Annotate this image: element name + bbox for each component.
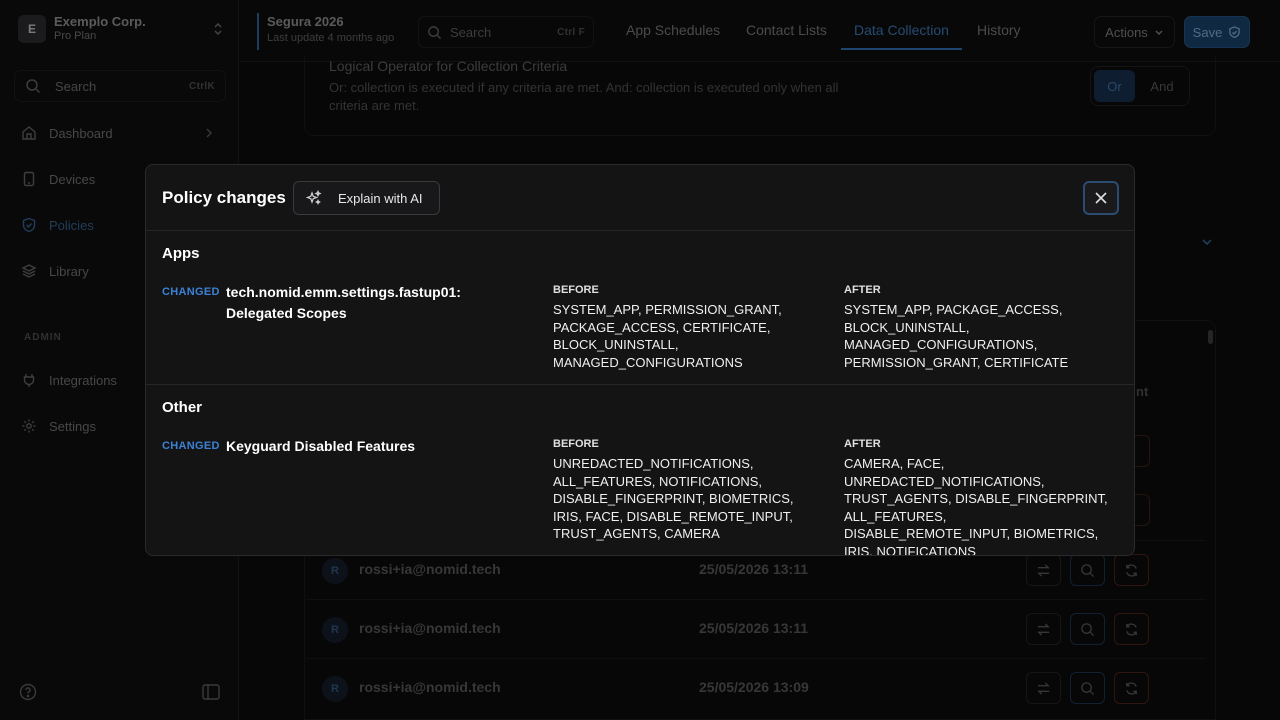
after-label: AFTER (844, 284, 881, 296)
before-label: BEFORE (553, 284, 599, 296)
explain-with-ai-label: Explain with AI (338, 190, 423, 206)
setting-name: tech.nomid.emm.settings.fastup01: Delega… (226, 284, 461, 321)
dialog-title: Policy changes (162, 188, 286, 207)
changed-badge: CHANGED (162, 286, 220, 298)
sparkle-icon (306, 190, 338, 206)
after-value: SYSTEM_APP, PACKAGE_ACCESS, BLOCK_UNINST… (844, 302, 1069, 370)
dialog-header: Policy changes Explain with AI (146, 165, 1134, 231)
section-title-apps: Apps (162, 245, 200, 262)
policy-changes-dialog: Policy changes Explain with AI Apps CHAN… (145, 164, 1135, 556)
after-label: AFTER (844, 438, 881, 450)
close-icon (1094, 191, 1108, 205)
close-button[interactable] (1083, 181, 1119, 215)
setting-name: Keyguard Disabled Features (226, 438, 416, 454)
section-title-other: Other (162, 399, 203, 416)
before-label: BEFORE (553, 438, 599, 450)
after-value: CAMERA, FACE, UNREDACTED_NOTIFICATIONS, … (844, 456, 1108, 556)
before-value: UNREDACTED_NOTIFICATIONS, ALL_FEATURES, … (553, 456, 794, 542)
section-divider (146, 384, 1134, 385)
explain-with-ai-button[interactable]: Explain with AI (293, 181, 440, 215)
before-value: SYSTEM_APP, PERMISSION_GRANT, PACKAGE_AC… (553, 302, 782, 370)
changed-badge: CHANGED (162, 440, 220, 452)
